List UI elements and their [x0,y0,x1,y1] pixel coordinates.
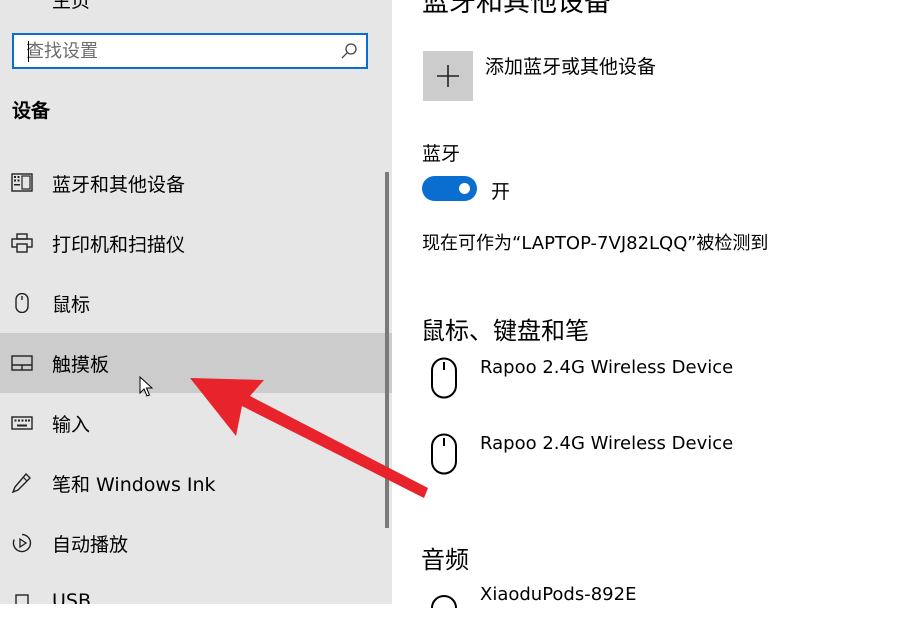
sidebar-item-label: 触摸板 [52,354,110,376]
sidebar-item-autoplay[interactable]: 自动播放 [0,513,392,573]
search-icon[interactable] [340,42,358,60]
toggle-knob [459,183,470,194]
plus-icon [437,65,459,87]
headphones-icon [431,595,457,609]
mouse-keyboard-pen-header: 鼠标、键盘和笔 [421,317,589,345]
sidebar-item-label: 自动播放 [52,534,129,556]
sidebar-item-touchpad[interactable]: 触摸板 [0,333,392,393]
device-name[interactable]: XiaoduPods-892E [480,584,636,605]
bluetooth-label: 蓝牙 [422,143,461,165]
mouse-icon [431,433,457,475]
keyboard-icon [11,416,33,430]
main-content: 蓝牙和其他设备 添加蓝牙或其他设备 蓝牙 开 现在可作为“LAPTOP-7VJ8… [392,0,905,609]
sidebar-item-pen[interactable]: 笔和 Windows Ink [0,453,392,513]
search-input[interactable] [26,35,326,67]
sidebar: 主页 设备 蓝牙和其他设备 打印机和扫描仪 鼠标 [0,0,392,604]
add-device-button[interactable] [423,51,473,101]
sidebar-item-typing[interactable]: 输入 [0,393,392,453]
sidebar-item-label: 蓝牙和其他设备 [52,174,186,196]
home-link[interactable]: 主页 [52,0,90,13]
mouse-icon [15,293,29,313]
sidebar-item-label: 打印机和扫描仪 [52,234,186,256]
discoverable-text: 现在可作为“LAPTOP-7VJ82LQQ”被检测到 [422,233,769,254]
section-title: 设备 [12,100,51,122]
sidebar-item-printers[interactable]: 打印机和扫描仪 [0,213,392,273]
search-box[interactable] [12,33,368,69]
mouse-pointer-icon [139,376,153,397]
bluetooth-toggle-state: 开 [491,181,511,203]
printer-icon [11,233,33,253]
sidebar-item-mouse[interactable]: 鼠标 [0,273,392,333]
pen-icon [11,473,31,493]
touchpad-icon [11,355,33,371]
sidebar-scrollbar[interactable] [385,172,389,528]
device-name[interactable]: Rapoo 2.4G Wireless Device [480,433,733,454]
usb-icon [15,594,29,604]
page-title: 蓝牙和其他设备 [422,0,611,18]
audio-header: 音频 [421,546,469,574]
device-name[interactable]: Rapoo 2.4G Wireless Device [480,357,733,378]
sidebar-item-label: USB [52,590,92,604]
add-device-label[interactable]: 添加蓝牙或其他设备 [485,52,656,79]
bluetooth-toggle[interactable] [422,176,477,201]
sidebar-item-label: 笔和 Windows Ink [52,474,216,496]
sidebar-item-bluetooth[interactable]: 蓝牙和其他设备 [0,153,392,213]
mouse-icon [431,357,457,399]
sidebar-item-label: 输入 [52,414,91,436]
text-caret [28,41,29,62]
bluetooth-devices-icon [11,173,33,192]
sidebar-item-usb[interactable]: USB [0,573,392,604]
sidebar-item-label: 鼠标 [52,294,91,316]
autoplay-icon [12,533,32,553]
